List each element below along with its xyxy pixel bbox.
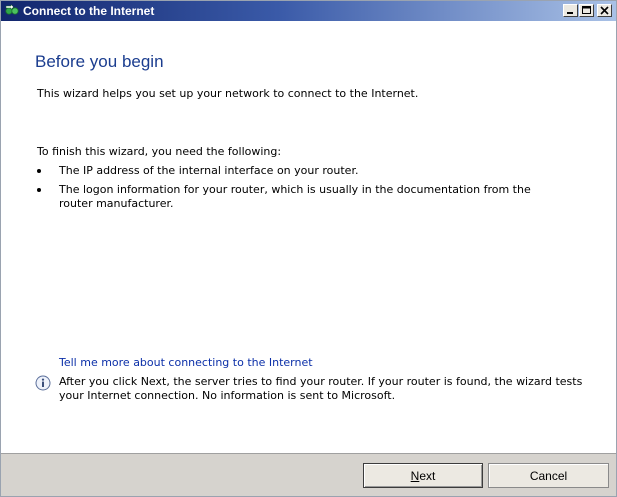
maximize-icon: [582, 6, 591, 14]
next-button[interactable]: Next: [363, 463, 483, 488]
page-heading: Before you begin: [35, 52, 164, 71]
requirement-text: The logon information for your router, w…: [59, 183, 531, 210]
maximize-button[interactable]: [579, 4, 594, 17]
close-icon: [600, 6, 609, 15]
wizard-content: Before you begin This wizard helps you s…: [1, 21, 616, 453]
requirement-item: The logon information for your router, w…: [37, 183, 557, 215]
requirements-title: To finish this wizard, you need the foll…: [37, 145, 282, 158]
bullet-icon: [37, 169, 41, 173]
close-button[interactable]: [597, 4, 612, 17]
wizard-window: Connect to the Internet Before you begin…: [0, 0, 617, 497]
requirement-text: The IP address of the internal interface…: [59, 164, 359, 177]
help-link[interactable]: Tell me more about connecting to the Int…: [59, 356, 313, 369]
next-mnemonic: N: [410, 468, 420, 483]
network-connect-icon: [4, 3, 20, 19]
minimize-icon: [567, 12, 573, 14]
info-icon: [35, 375, 51, 391]
minimize-button[interactable]: [563, 4, 578, 17]
bullet-icon: [37, 188, 41, 192]
title-bar[interactable]: Connect to the Internet: [1, 1, 616, 21]
next-label: ext: [419, 468, 436, 483]
button-bar: Next Cancel: [1, 453, 616, 496]
intro-text: This wizard helps you set up your networ…: [37, 87, 419, 100]
requirement-item: The IP address of the internal interface…: [37, 164, 557, 180]
info-text: After you click Next, the server tries t…: [59, 375, 583, 402]
window-title: Connect to the Internet: [23, 4, 155, 18]
cancel-button[interactable]: Cancel: [488, 463, 609, 488]
